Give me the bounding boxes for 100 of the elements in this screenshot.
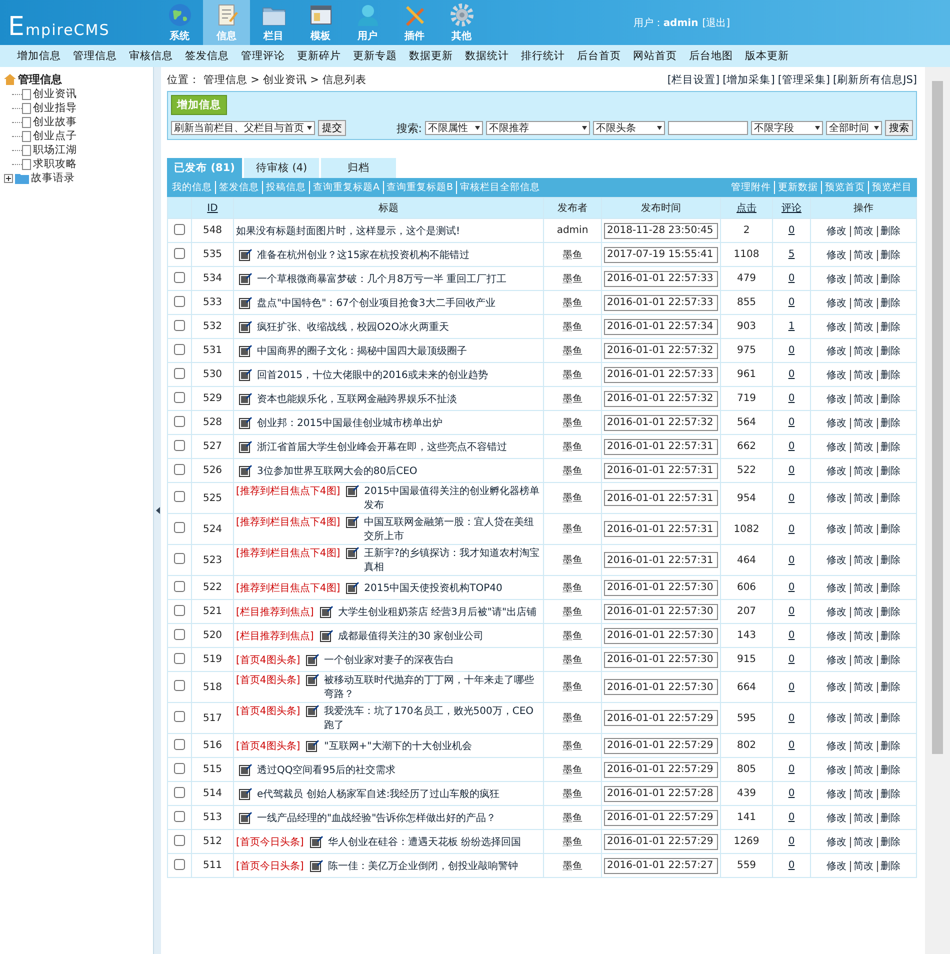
action-link[interactable]: 修改 (824, 394, 850, 404)
row-checkbox[interactable] (174, 858, 185, 870)
menu-item[interactable]: 后台首页 (571, 49, 627, 63)
row-checkbox[interactable] (174, 368, 185, 378)
action-link[interactable]: 修改 (824, 836, 850, 848)
action-link[interactable]: 简改 (850, 370, 876, 380)
top-link[interactable]: [栏目设置] (667, 73, 720, 87)
action-link[interactable]: 删除 (876, 860, 904, 872)
action-link[interactable]: 删除 (876, 606, 904, 618)
time-field[interactable]: 2016-01-01 22:57:29 (604, 810, 718, 826)
title-link[interactable]: "互联网+"大潮下的十大创业机会 (324, 738, 541, 752)
time-field[interactable]: 2016-01-01 22:57:28 (604, 786, 718, 802)
tree-item[interactable]: 创业故事 (33, 115, 77, 129)
search-button[interactable]: 搜索 (885, 120, 913, 136)
time-field[interactable]: 2016-01-01 22:57:31 (604, 552, 718, 568)
tree-item[interactable]: 故事语录 (31, 171, 75, 185)
tab[interactable]: 归档 (321, 158, 396, 178)
action-link[interactable]: 删除 (876, 713, 904, 724)
refresh-select[interactable]: 刷新当前栏目、父栏目与首页 (171, 121, 315, 135)
action-link[interactable]: 修改 (824, 298, 850, 308)
action-link[interactable]: 修改 (824, 524, 850, 535)
time-field[interactable]: 2017-07-19 15:55:41 (604, 246, 718, 262)
time-field[interactable]: 2016-01-01 22:57:31 (604, 521, 718, 537)
menu-item[interactable]: 增加信息 (11, 49, 67, 63)
time-field[interactable]: 2016-01-01 22:57:27 (604, 858, 718, 874)
action-link[interactable]: 简改 (850, 713, 876, 724)
action-link[interactable]: 简改 (850, 682, 876, 693)
menu-item[interactable]: 数据更新 (403, 49, 459, 63)
title-link[interactable]: 华人创业在硅谷：遭遇天花板 纷纷选择回国 (328, 834, 541, 848)
comments-link[interactable]: 0 (788, 764, 795, 775)
action-link[interactable]: 简改 (850, 466, 876, 476)
action-link[interactable]: 删除 (876, 764, 904, 776)
row-checkbox[interactable] (174, 522, 185, 533)
action-link[interactable]: 修改 (824, 860, 850, 872)
comments-link[interactable]: 0 (788, 297, 795, 308)
action-link[interactable]: 删除 (876, 555, 904, 566)
comments-link[interactable]: 0 (788, 788, 795, 799)
action-link[interactable]: 修改 (824, 764, 850, 776)
title-link[interactable]: 2015中国天使投资机构TOP40 (364, 580, 541, 594)
action-link[interactable]: 删除 (876, 630, 904, 642)
comments-link[interactable]: 0 (788, 273, 795, 284)
menu-item[interactable]: 签发信息 (179, 49, 235, 63)
menu-item[interactable]: 更新专题 (347, 49, 403, 63)
time-field[interactable]: 2016-01-01 22:57:30 (604, 580, 718, 596)
row-checkbox[interactable] (174, 440, 185, 450)
time-field[interactable]: 2016-01-01 22:57:29 (604, 834, 718, 850)
comments-link[interactable]: 0 (788, 606, 795, 617)
row-checkbox[interactable] (174, 680, 185, 691)
comments-link[interactable]: 0 (788, 836, 795, 847)
action-link[interactable]: 简改 (850, 764, 876, 776)
title-link[interactable]: 成都最值得关注的30 家创业公司 (338, 628, 541, 642)
time-field[interactable]: 2016-01-01 22:57:33 (604, 294, 718, 310)
comments-link[interactable]: 0 (788, 345, 795, 356)
row-checkbox[interactable] (174, 272, 185, 282)
collapse-arrow-icon[interactable] (156, 507, 160, 514)
action-link[interactable]: 修改 (824, 466, 850, 476)
row-checkbox[interactable] (174, 553, 185, 564)
search-field[interactable] (668, 121, 748, 135)
action-link[interactable]: 删除 (876, 274, 904, 284)
action-link[interactable]: 简改 (850, 274, 876, 284)
row-checkbox[interactable] (174, 224, 185, 234)
row-checkbox[interactable] (174, 738, 185, 750)
action-link[interactable]: 删除 (876, 682, 904, 693)
action-link[interactable]: 修改 (824, 713, 850, 724)
top-link[interactable]: [增加采集] (722, 73, 775, 87)
time-field[interactable]: 2018-11-28 23:50:45 (604, 222, 718, 238)
action-link[interactable]: 修改 (824, 654, 850, 666)
tree-item[interactable]: 求职攻略 (33, 157, 77, 171)
action-link[interactable]: 修改 (824, 418, 850, 428)
title-link[interactable]: 中国互联网金融第一股：宜人贷在美纽交所上市 (364, 515, 541, 543)
time-field[interactable]: 2016-01-01 22:57:33 (604, 366, 718, 382)
action-link[interactable]: 删除 (876, 370, 904, 380)
action-link[interactable]: 删除 (876, 346, 904, 356)
comments-link[interactable]: 0 (788, 465, 795, 476)
action-link[interactable]: 修改 (824, 226, 850, 236)
time-field[interactable]: 2016-01-01 22:57:31 (604, 462, 718, 478)
title-link[interactable]: 一个创业家对妻子的深夜告白 (324, 652, 541, 666)
action-link[interactable]: 修改 (824, 274, 850, 284)
action-link[interactable]: 修改 (824, 442, 850, 452)
action-link[interactable]: 修改 (824, 555, 850, 566)
action-link[interactable]: 简改 (850, 606, 876, 618)
menu-item[interactable]: 审核信息 (123, 49, 179, 63)
top-link[interactable]: [刷新所有信息JS] (833, 73, 917, 87)
menu-item[interactable]: 更新碎片 (291, 49, 347, 63)
action-link[interactable]: 修改 (824, 582, 850, 594)
comments-link[interactable]: 0 (788, 860, 795, 871)
menu-item[interactable]: 网站首页 (627, 49, 683, 63)
time-field[interactable]: 2016-01-01 22:57:34 (604, 318, 718, 334)
time-field[interactable]: 2016-01-01 22:57:33 (604, 270, 718, 286)
row-checkbox[interactable] (174, 652, 185, 664)
comments-link[interactable]: 0 (788, 630, 795, 641)
filter-select[interactable]: 不限推荐 (486, 121, 590, 135)
action-link[interactable]: 删除 (876, 812, 904, 824)
action-link[interactable]: 删除 (876, 524, 904, 535)
action-link[interactable]: 删除 (876, 582, 904, 594)
comments-link[interactable]: 0 (788, 417, 795, 428)
action-link[interactable]: 修改 (824, 788, 850, 800)
row-checkbox[interactable] (174, 604, 185, 616)
filter-select[interactable]: 全部时间 (826, 121, 882, 135)
row-checkbox[interactable] (174, 580, 185, 592)
